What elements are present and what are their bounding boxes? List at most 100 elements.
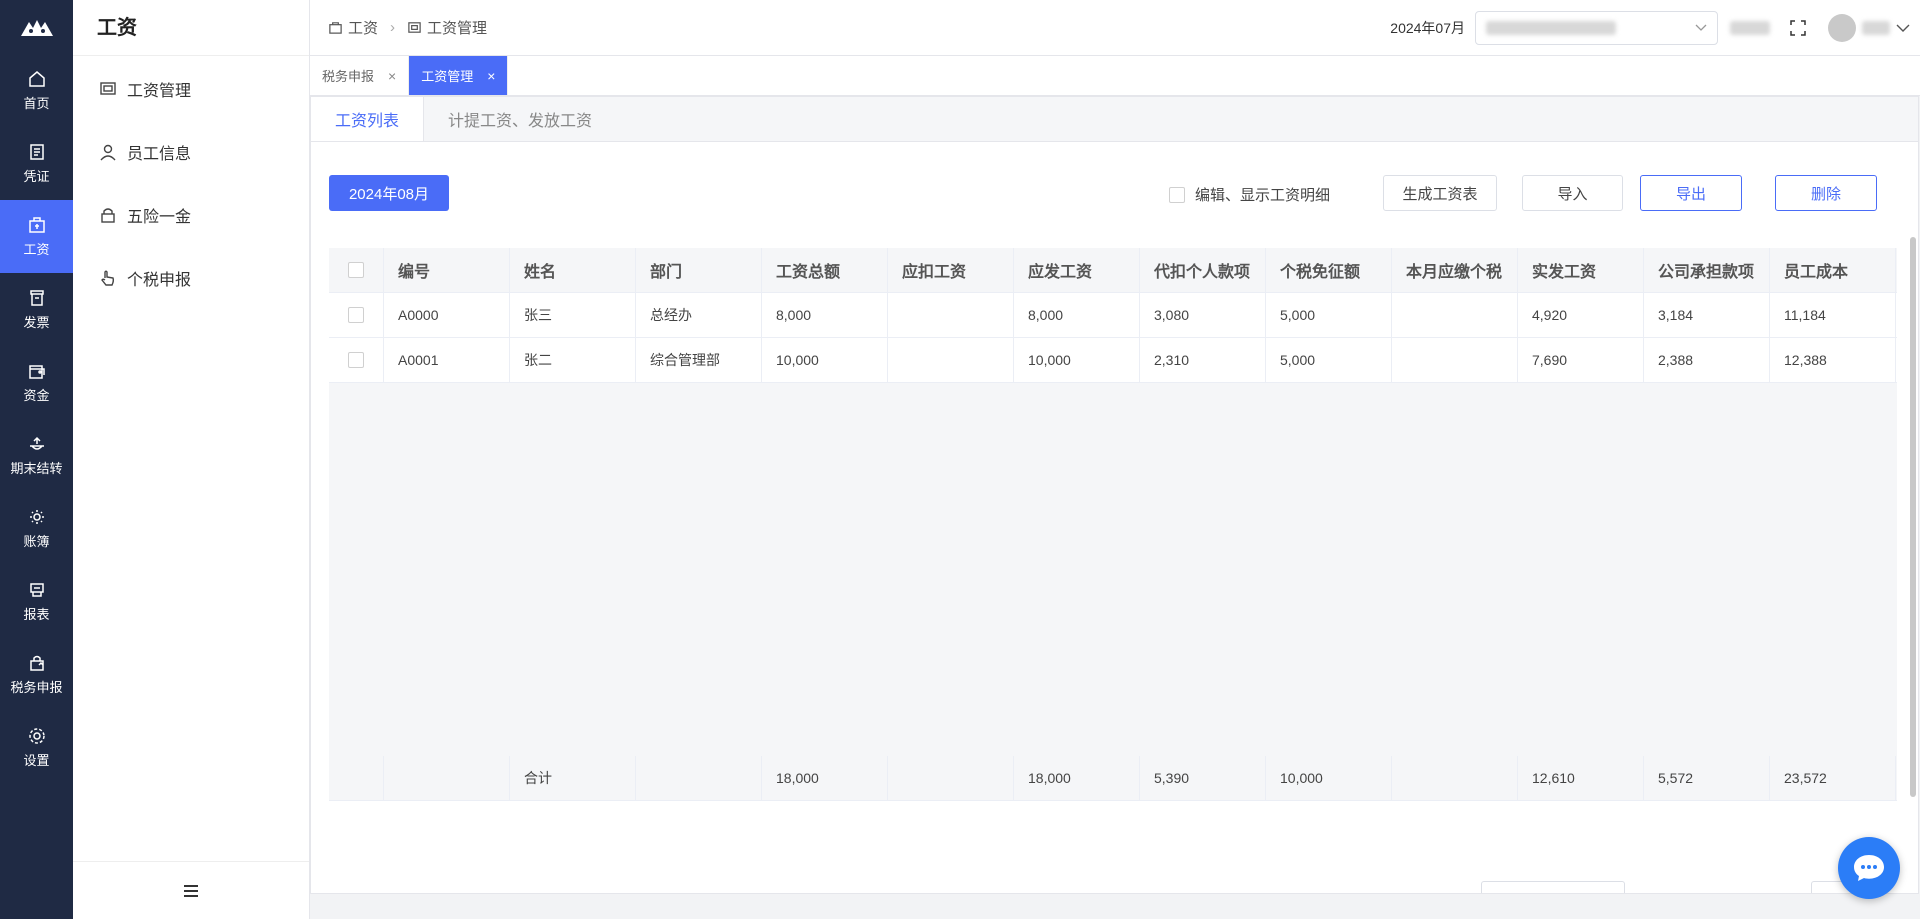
col-header: 本月应缴个税 — [1392, 248, 1518, 292]
col-header: 应扣工资 — [888, 248, 1014, 292]
payroll-icon — [100, 81, 116, 95]
chat-bubble-icon — [1854, 855, 1884, 881]
show-details-checkbox[interactable]: 编辑、显示工资明细 — [1169, 184, 1330, 205]
avatar[interactable] — [1828, 14, 1856, 42]
rail-item-voucher[interactable]: 凭证 — [0, 127, 73, 200]
submenu-item-tax[interactable]: 个税申报 — [73, 246, 309, 309]
tab-label: 工资管理 — [421, 69, 474, 84]
version-label-redacted[interactable] — [1730, 21, 1770, 35]
total-cell: 5,390 — [1140, 756, 1266, 800]
table-cell: 5,000 — [1266, 338, 1392, 382]
rail-item-report[interactable]: 报表 — [0, 565, 73, 638]
toolbar: 2024年08月 编辑、显示工资明细 生成工资表 导入 导出 删除 — [329, 175, 1900, 213]
hand-pointer-icon — [101, 270, 115, 286]
rail-item-funds[interactable]: 资金 — [0, 346, 73, 419]
close-icon[interactable]: × — [388, 68, 396, 84]
tab-tax-filing[interactable]: 税务申报 × — [310, 56, 410, 95]
rail-item-label: 报表 — [23, 607, 50, 622]
col-header: 应发工资 — [1014, 248, 1140, 292]
app-rail: 首页 凭证 工资 发票 资金 期末结转 账簿 报表 税务申报 设置 — [0, 0, 73, 919]
rail-item-label: 账簿 — [23, 534, 50, 549]
chat-support-button[interactable] — [1838, 837, 1900, 899]
voucher-icon — [29, 144, 44, 160]
user-name-redacted[interactable] — [1862, 21, 1890, 35]
col-header: 代扣个人款项 — [1140, 248, 1266, 292]
table-cell: 7,690 — [1518, 338, 1644, 382]
select-all-checkbox[interactable] — [348, 262, 364, 278]
table-row[interactable]: A0001 张二 综合管理部 10,000 10,000 2,310 5,000… — [329, 338, 1897, 383]
total-cell: 合计 — [510, 756, 636, 800]
period-label: 2024年07月 — [1390, 20, 1465, 36]
chevron-down-icon[interactable] — [1896, 24, 1910, 33]
rail-item-label: 期末结转 — [10, 461, 63, 476]
table-cell: 12,388 — [1770, 338, 1896, 382]
rail-item-label: 首页 — [23, 96, 50, 111]
submenu-title: 工资 — [73, 0, 309, 56]
submenu-item-label: 员工信息 — [127, 145, 192, 163]
collapse-menu-button[interactable] — [73, 861, 309, 919]
subtab-salary-list[interactable]: 工资列表 — [311, 97, 425, 141]
rail-item-tax-filing[interactable]: 税务申报 — [0, 638, 73, 711]
vertical-scrollbar[interactable] — [1910, 237, 1916, 797]
col-header: 个税免征额 — [1266, 248, 1392, 292]
table-cell: A0001 — [384, 338, 510, 382]
generate-salary-button[interactable]: 生成工资表 — [1383, 175, 1497, 211]
submenu-item-label: 五险一金 — [127, 208, 192, 226]
rail-item-home[interactable]: 首页 — [0, 54, 73, 127]
col-header: 实发工资 — [1518, 248, 1644, 292]
table-cell — [1392, 293, 1518, 337]
rail-item-salary[interactable]: 工资 — [0, 200, 73, 273]
checkbox[interactable] — [1169, 186, 1185, 203]
submenu-item-insurance[interactable]: 五险一金 — [73, 183, 309, 246]
table-cell: 8,000 — [1014, 293, 1140, 337]
rail-item-label: 凭证 — [23, 169, 50, 184]
rail-item-label: 工资 — [23, 242, 50, 257]
salary-icon — [329, 22, 342, 34]
company-name-redacted — [1486, 21, 1616, 35]
close-icon[interactable]: × — [487, 68, 495, 84]
rail-item-settings[interactable]: 设置 — [0, 711, 73, 784]
row-select-cell — [329, 293, 384, 337]
table-cell — [1392, 338, 1518, 382]
table-cell: A0000 — [384, 293, 510, 337]
breadcrumb-item[interactable]: 工资 — [348, 17, 378, 38]
funds-icon — [28, 365, 45, 379]
table-cell: 2,388 — [1644, 338, 1770, 382]
rail-item-period-close[interactable]: 期末结转 — [0, 419, 73, 492]
company-select[interactable] — [1475, 11, 1718, 45]
table-cell: 3,184 — [1644, 293, 1770, 337]
rail-item-ledger[interactable]: 账簿 — [0, 492, 73, 565]
row-select-cell — [329, 338, 384, 382]
submenu-item-employee-info[interactable]: 员工信息 — [73, 120, 309, 183]
table-cell: 10,000 — [762, 338, 888, 382]
tab-payroll-management[interactable]: 工资管理 × — [409, 56, 509, 95]
total-cell: 12,610 — [1518, 756, 1644, 800]
top-header: 工资 › 工资管理 2024年07月 — [310, 0, 1920, 56]
row-checkbox[interactable] — [348, 307, 364, 323]
report-icon — [29, 583, 44, 597]
total-cell — [888, 756, 1014, 800]
total-cell — [1392, 756, 1518, 800]
chevron-right-icon: › — [390, 19, 396, 36]
period-close-icon — [29, 436, 44, 450]
delete-button[interactable]: 删除 — [1775, 175, 1877, 211]
table-cell — [888, 338, 1014, 382]
table-row[interactable]: A0000 张三 总经办 8,000 8,000 3,080 5,000 4,9… — [329, 293, 1897, 338]
fullscreen-button[interactable] — [1790, 20, 1806, 36]
submenu-item-label: 个税申报 — [127, 271, 192, 289]
import-button[interactable]: 导入 — [1522, 175, 1623, 211]
page-size-select[interactable] — [1481, 881, 1625, 893]
subtab-accrue-pay[interactable]: 计提工资、发放工资 — [424, 97, 616, 141]
app-logo[interactable] — [0, 0, 73, 54]
table-cell: 5,000 — [1266, 293, 1392, 337]
select-all-cell — [329, 248, 384, 292]
export-button[interactable]: 导出 — [1640, 175, 1742, 211]
total-cell — [636, 756, 762, 800]
total-cell — [384, 756, 510, 800]
submenu-item-payroll[interactable]: 工资管理 — [73, 57, 309, 120]
rail-item-invoice[interactable]: 发票 — [0, 273, 73, 346]
col-header: 部门 — [636, 248, 762, 292]
month-picker-button[interactable]: 2024年08月 — [329, 175, 449, 211]
row-checkbox[interactable] — [348, 352, 364, 368]
table-empty-area — [329, 383, 1897, 756]
